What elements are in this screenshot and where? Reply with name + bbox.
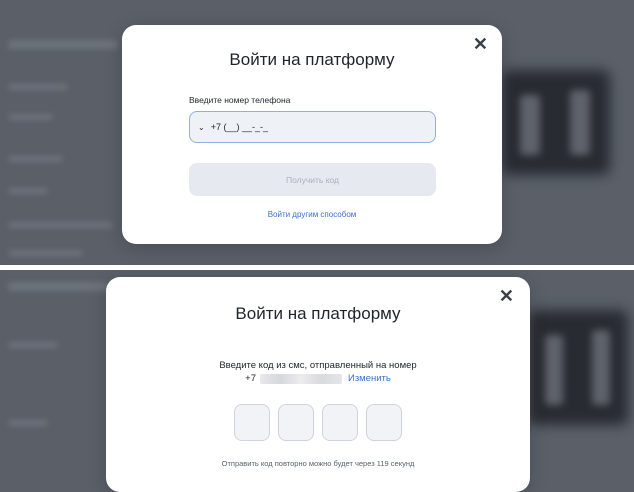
change-number-link[interactable]: Изменить [348,373,391,384]
masked-phone-number [259,373,342,384]
phone-label: Введите номер телефона [189,95,291,105]
phone-input-value: +7 (__) __-_-_ [210,122,268,132]
code-digit-input[interactable] [278,404,314,441]
code-digit-input[interactable] [366,404,402,441]
resend-timer-note: Отправить код повторно можно будет через… [221,459,415,468]
close-icon[interactable]: ✕ [499,287,514,305]
phone-input[interactable]: ⌄ +7 (__) __-_-_ [189,111,436,143]
phone-number-line: +7 Изменить [106,373,530,384]
code-step-screen: ✕ Войти на платформу Введите код из смс,… [0,270,634,492]
code-digit-input[interactable] [234,404,270,441]
code-digit-input[interactable] [322,404,358,441]
phone-prefix: +7 [245,373,256,384]
sms-instructions: Введите код из смс, отправленный на номе… [219,360,417,371]
login-modal: ✕ Войти на платформу Введите код из смс,… [106,277,530,492]
phone-step-screen: ✕ Войти на платформу Введите номер телеф… [0,0,634,265]
chevron-down-icon[interactable]: ⌄ [198,123,205,132]
login-modal: ✕ Войти на платформу Введите номер телеф… [122,25,502,244]
modal-title: Войти на платформу [229,50,395,69]
get-code-button[interactable]: Получить код [189,163,436,196]
code-input-group [234,404,402,441]
modal-title: Войти на платформу [235,304,401,323]
other-login-method-link[interactable]: Войти другим способом [122,210,502,219]
